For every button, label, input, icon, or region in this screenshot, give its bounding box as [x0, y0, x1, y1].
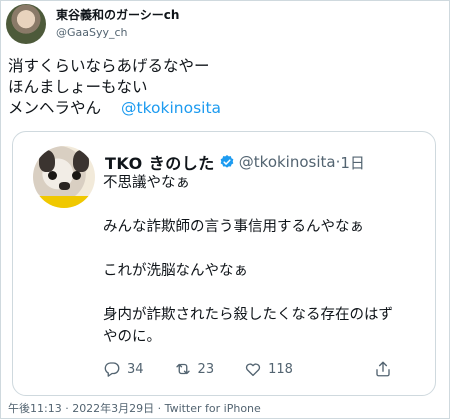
tweet-timestamp-footer[interactable]: 午後11:13 · 2022年3月29日 · Twitter for iPhon… — [8, 400, 261, 416]
quote-blank-line — [103, 282, 393, 304]
action-bar: 34 23 118 — [103, 360, 323, 378]
author-avatar[interactable] — [6, 4, 46, 44]
dog-ear-left — [39, 150, 55, 172]
quote-author-handle[interactable]: @tkokinosita — [239, 153, 336, 171]
quote-author-name[interactable]: TKO きのした — [105, 150, 215, 174]
quote-timestamp[interactable]: 1日 — [340, 152, 365, 173]
quote-text: 不思議やなぁ みんな詐欺師の言う事信用するんやなぁ これが洗脳なんやなぁ 身内が… — [103, 172, 393, 348]
heart-icon — [245, 363, 261, 377]
tweet-line-text: メンヘラやん — [8, 99, 102, 117]
reply-icon — [104, 362, 120, 377]
verified-badge-icon — [220, 155, 234, 168]
quote-line: 不思議やなぁ — [103, 175, 190, 191]
quote-header: TKO きのした @tkokinosita · 1日 — [105, 150, 365, 174]
quote-line: やのに。 — [103, 329, 161, 345]
like-button[interactable]: 118 — [244, 360, 293, 378]
share-button[interactable] — [374, 360, 392, 382]
retweet-count: 23 — [197, 361, 215, 377]
quote-blank-line — [103, 194, 393, 216]
dog-eye-left — [48, 171, 57, 180]
quote-avatar[interactable] — [33, 146, 95, 208]
author-handle[interactable]: @GaaSyy_ch — [56, 26, 128, 39]
dog-collar — [33, 196, 95, 208]
quote-line: 身内が詐欺されたら殺したくなる存在のはず — [103, 307, 393, 323]
reply-button[interactable]: 34 — [103, 360, 144, 378]
quote-blank-line — [103, 238, 393, 260]
retweet-icon — [175, 363, 190, 375]
author-name[interactable]: 東谷義和のガーシーch — [56, 6, 179, 23]
quote-line: みんな詐欺師の言う事信用するんやなぁ — [103, 219, 364, 235]
like-count: 118 — [268, 361, 293, 377]
mention-link[interactable]: @tkokinosita — [121, 99, 221, 117]
retweet-button[interactable]: 23 — [174, 360, 215, 378]
tweet-text: 消すくらいならあげるなやー ほんましょーもない メンヘラやん @tkokinosi… — [8, 56, 221, 119]
dog-ear-right — [73, 150, 89, 172]
quoted-tweet[interactable]: TKO きのした @tkokinosita · 1日 不思議やなぁ みんな詐欺師… — [12, 131, 436, 396]
share-icon — [376, 361, 390, 377]
tweet-line: 消すくらいならあげるなやー — [8, 57, 210, 75]
dog-eye-right — [72, 171, 81, 180]
tweet-line: ほんましょーもない — [8, 78, 148, 96]
tweet-line: メンヘラやん @tkokinosita — [8, 98, 221, 119]
dog-nose — [59, 182, 70, 190]
quote-line: これが洗脳なんやなぁ — [103, 263, 248, 279]
reply-count: 34 — [127, 361, 144, 377]
